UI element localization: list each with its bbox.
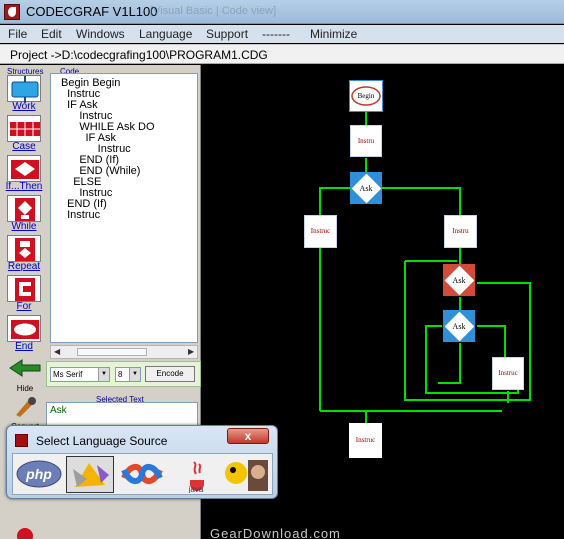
arrow-left-icon xyxy=(9,359,41,377)
code-editor[interactable]: Begin Begin Instruc IF Ask Instruc WHILE… xyxy=(50,73,198,343)
scroll-right-icon[interactable]: ▶ xyxy=(188,347,194,356)
font-size-select[interactable]: 8 ▼ xyxy=(115,367,141,382)
if-then-icon xyxy=(7,155,41,182)
java-icon: java xyxy=(188,461,204,494)
pascal-icon xyxy=(225,460,268,491)
code-line: Instruc xyxy=(61,209,101,221)
close-button[interactable]: x xyxy=(227,428,269,444)
encode-button[interactable]: Encode xyxy=(145,366,195,382)
while-icon xyxy=(7,195,41,222)
chevron-down-icon[interactable]: ▼ xyxy=(129,368,140,381)
language-pascal-button[interactable] xyxy=(222,456,270,493)
font-name-value: Ms Serif xyxy=(53,370,83,379)
window-title: CODECGRAF V1L100 xyxy=(26,4,158,19)
tool-case[interactable]: Case xyxy=(5,115,43,152)
language-source-list: php java xyxy=(12,453,273,495)
tool-work[interactable]: Work xyxy=(5,75,43,112)
case-icon xyxy=(7,115,41,142)
window-title-ghost: [Visual Basic | Code view] xyxy=(150,5,277,17)
flow-instruction-label: Instruc xyxy=(355,436,376,444)
work-icon xyxy=(7,75,41,103)
scroll-thumb[interactable] xyxy=(77,348,147,356)
flow-instruction-label: Instruc xyxy=(310,227,331,235)
flow-instruction-node[interactable]: Instruc xyxy=(304,215,337,248)
menu-file[interactable]: File xyxy=(8,27,27,41)
flow-begin-label: Begin xyxy=(357,92,375,100)
watermark: GearDownload.com xyxy=(210,526,341,539)
flow-instruction-node[interactable]: Instruc xyxy=(492,357,524,390)
flow-instruction-label: Instru xyxy=(357,137,375,145)
menu-edit[interactable]: Edit xyxy=(41,27,62,41)
php-icon: php xyxy=(16,460,62,488)
extra-tool-button[interactable] xyxy=(8,525,42,539)
scroll-left-icon[interactable]: ◀ xyxy=(54,347,60,356)
selected-text-value: Ask xyxy=(50,405,67,416)
select-language-dialog: Select Language Source x php java xyxy=(6,425,278,499)
language-java-button[interactable]: java xyxy=(172,456,220,494)
menu-windows[interactable]: Windows xyxy=(76,27,125,41)
flow-ask-node[interactable]: Ask xyxy=(350,172,382,204)
font-size-value: 8 xyxy=(118,370,123,379)
app-logo-icon xyxy=(15,434,28,447)
language-php-button[interactable]: php xyxy=(15,456,63,493)
menu-minimize[interactable]: Minimize xyxy=(310,27,357,41)
flow-ask-node[interactable]: Ask xyxy=(443,310,475,342)
language-visual-studio-button[interactable] xyxy=(118,456,166,493)
flow-instruction-node[interactable]: Instru xyxy=(350,125,382,157)
flow-ask-label: Ask xyxy=(359,184,373,193)
code-horizontal-scrollbar[interactable]: ◀ ▶ xyxy=(50,345,198,359)
app-logo-icon xyxy=(4,4,20,20)
project-path: Project ->D:\codecgrafing100\PROGRAM1.CD… xyxy=(10,48,268,62)
language-visual-basic-button[interactable] xyxy=(66,456,114,493)
php-label: php xyxy=(25,466,52,482)
hide-button[interactable]: Hide xyxy=(8,357,42,393)
flow-while-ask-node[interactable]: Ask xyxy=(443,264,475,296)
visual-studio-icon xyxy=(121,464,163,484)
convert-icon xyxy=(16,397,36,417)
menu-bar: File Edit Windows Language Support -----… xyxy=(0,25,564,43)
chevron-down-icon[interactable]: ▼ xyxy=(98,368,109,381)
title-bar: CODECGRAF V1L100 [Visual Basic | Code vi… xyxy=(0,0,564,24)
project-bar: Project ->D:\codecgrafing100\PROGRAM1.CD… xyxy=(0,44,564,64)
flow-instruction-label: Instruc xyxy=(498,369,518,377)
for-icon xyxy=(7,275,41,302)
hide-label: Hide xyxy=(16,384,34,393)
flow-ask-label: Ask xyxy=(452,276,466,285)
tool-end[interactable]: End xyxy=(5,315,43,352)
flow-ask-label: Ask xyxy=(452,322,466,331)
flow-instruction-label: Instru xyxy=(452,227,469,235)
stop-icon xyxy=(17,528,33,539)
tool-while[interactable]: While xyxy=(5,195,43,232)
tool-repeat[interactable]: Repeat xyxy=(5,235,43,272)
flow-instruction-node-selected[interactable]: Instruc xyxy=(349,423,382,458)
app-window: CODECGRAF V1L100 [Visual Basic | Code vi… xyxy=(0,0,564,539)
java-label: java xyxy=(188,485,204,493)
menu-support[interactable]: Support xyxy=(206,27,248,41)
font-name-select[interactable]: Ms Serif ▼ xyxy=(50,367,110,382)
font-toolbar: Ms Serif ▼ 8 ▼ Encode xyxy=(46,361,201,387)
menu-separator: ------- xyxy=(262,27,290,41)
flow-begin-node[interactable]: Begin xyxy=(349,80,383,112)
tool-for[interactable]: For xyxy=(5,275,43,312)
visual-basic-icon xyxy=(73,463,109,487)
flow-instruction-node[interactable]: Instru xyxy=(444,215,477,248)
menu-language[interactable]: Language xyxy=(139,27,192,41)
end-icon xyxy=(7,315,41,342)
repeat-icon xyxy=(7,235,41,262)
dialog-title: Select Language Source xyxy=(36,434,168,448)
tool-if-then[interactable]: If...Then xyxy=(5,155,43,192)
